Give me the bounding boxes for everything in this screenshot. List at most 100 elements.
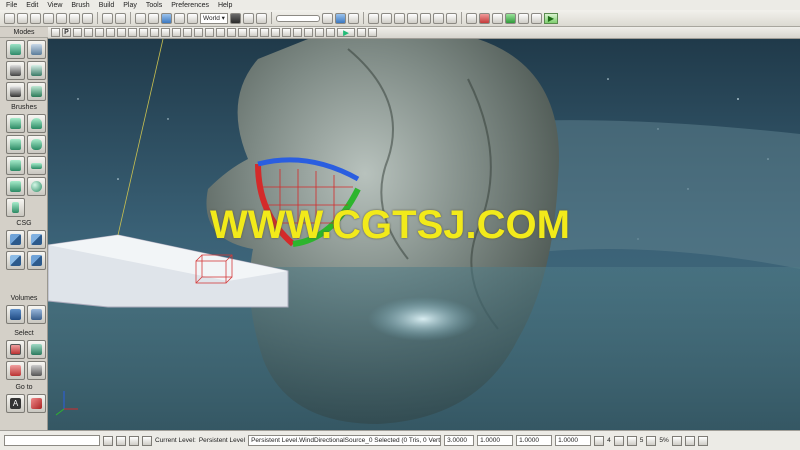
unlit-icon[interactable] [95,28,104,37]
volumetric-brush-button[interactable] [6,198,25,217]
lock-icon[interactable] [347,12,359,24]
lit-icon[interactable] [106,28,115,37]
geometry-mode-button[interactable] [27,40,46,59]
checkbox-icon[interactable] [613,435,624,446]
3d-viewport[interactable]: WWW.CGTSJ.COM [48,39,800,430]
add-special-volume-button[interactable] [27,305,46,324]
sphere-brush-button[interactable] [27,177,46,196]
lighting-status-icon[interactable] [684,435,695,446]
game-view-icon[interactable] [334,12,346,24]
show-selected-button[interactable] [6,340,25,359]
perspective-button[interactable]: P [62,28,71,37]
csg-subtract-button[interactable] [27,230,46,249]
autosave-icon[interactable] [671,435,682,446]
menu-view[interactable]: View [47,2,62,9]
lock-view-icon[interactable] [315,28,324,37]
light-icon[interactable] [432,12,444,24]
terrain-mode-button[interactable] [6,61,25,80]
play-in-editor-icon[interactable] [504,12,516,24]
build-geometry-icon[interactable] [229,12,241,24]
menu-file[interactable]: File [6,2,17,9]
detail-lighting-icon[interactable] [117,28,126,37]
dropdown-arrow-icon[interactable] [103,435,113,446]
level-lock-icon[interactable] [129,435,139,446]
curved-stair-button[interactable] [6,135,25,154]
csg-intersect-button[interactable] [6,251,25,270]
matinee-view-icon[interactable] [326,28,335,37]
sound-icon[interactable] [491,12,503,24]
lighting-only-icon[interactable] [128,28,137,37]
goto-builder-brush-button[interactable] [27,394,46,413]
wireframe-icon[interactable] [73,28,82,37]
scale-snap-checkbox-icon[interactable] [646,435,657,446]
brush-wireframe-icon[interactable] [84,28,93,37]
snap-icon[interactable] [406,12,418,24]
save-icon[interactable] [30,12,41,24]
save-all-icon[interactable] [43,12,54,24]
redo-icon[interactable] [115,12,126,24]
cube-brush-button[interactable] [6,114,25,133]
kismet-icon[interactable] [255,12,267,24]
mesh-paint-button[interactable] [6,82,25,101]
grid-snap-icon[interactable] [594,435,605,446]
csg-deintersect-button[interactable] [27,251,46,270]
content-browser-icon[interactable] [56,12,67,24]
goto-actor-button[interactable]: A [6,394,25,413]
streaming-icon[interactable] [238,28,247,37]
material-icon[interactable] [445,12,457,24]
lightmap-density-icon[interactable] [172,28,181,37]
build-lighting-icon[interactable] [242,12,254,24]
world-props-icon[interactable] [367,12,379,24]
realtime-toggle-icon[interactable] [216,28,225,37]
search-icon[interactable] [69,12,80,24]
realtime-icon[interactable] [321,12,333,24]
x-axis-icon[interactable] [393,12,405,24]
spiral-stair-button[interactable] [6,177,25,196]
command-input[interactable] [4,435,100,446]
play-button[interactable]: ▶ [543,12,558,24]
grid-icon[interactable] [380,12,392,24]
level-visibility-icon[interactable] [142,435,152,446]
camera-icon[interactable] [419,12,431,24]
menu-help[interactable]: Help [218,2,232,9]
network-status-icon[interactable] [697,435,708,446]
cylinder-brush-button[interactable] [27,135,46,154]
rotate-icon[interactable] [161,12,172,24]
new-file-icon[interactable] [4,12,15,24]
scale-icon[interactable] [174,12,185,24]
linear-stair-button[interactable] [6,156,25,175]
postprocess-icon[interactable] [304,28,313,37]
menu-preferences[interactable]: Preferences [171,2,209,9]
foliage-mode-button[interactable] [27,82,46,101]
menu-edit[interactable]: Edit [26,2,38,9]
menu-brush[interactable]: Brush [71,2,89,9]
rotation-snap-icon[interactable] [626,435,637,446]
game-view-toggle-icon[interactable] [205,28,214,37]
show-all-button[interactable] [27,361,46,380]
split-icon[interactable] [368,28,377,37]
matinee-icon[interactable] [465,12,477,24]
light-complexity-icon[interactable] [139,28,148,37]
menu-tools[interactable]: Tools [146,2,162,9]
select-invert-button[interactable] [6,361,25,380]
texture-mode-button[interactable] [27,61,46,80]
sound-toggle-icon[interactable] [227,28,236,37]
grid-toggle-icon[interactable] [271,28,280,37]
non-uniform-scale-icon[interactable] [187,12,198,24]
play-viewport-icon[interactable]: ▶ [337,28,355,37]
kismet-k-icon[interactable] [530,12,542,24]
shader-complexity-icon[interactable] [161,28,170,37]
camera-speed-slider[interactable] [275,14,320,22]
sheet-brush-button[interactable] [27,156,46,175]
texture-density-icon[interactable] [150,28,159,37]
menu-play[interactable]: Play [123,2,137,9]
animset-icon[interactable] [478,12,490,24]
camera-mode-button[interactable] [6,40,25,59]
reflections-icon[interactable] [194,28,203,37]
menu-build[interactable]: Build [99,2,115,9]
coord-system-dropdown[interactable]: World ▾ [200,12,228,24]
clear-icon[interactable] [82,12,93,24]
cone-brush-button[interactable] [27,114,46,133]
fov-icon[interactable] [293,28,302,37]
drag-grid-z[interactable]: 1.0000 [555,435,592,446]
